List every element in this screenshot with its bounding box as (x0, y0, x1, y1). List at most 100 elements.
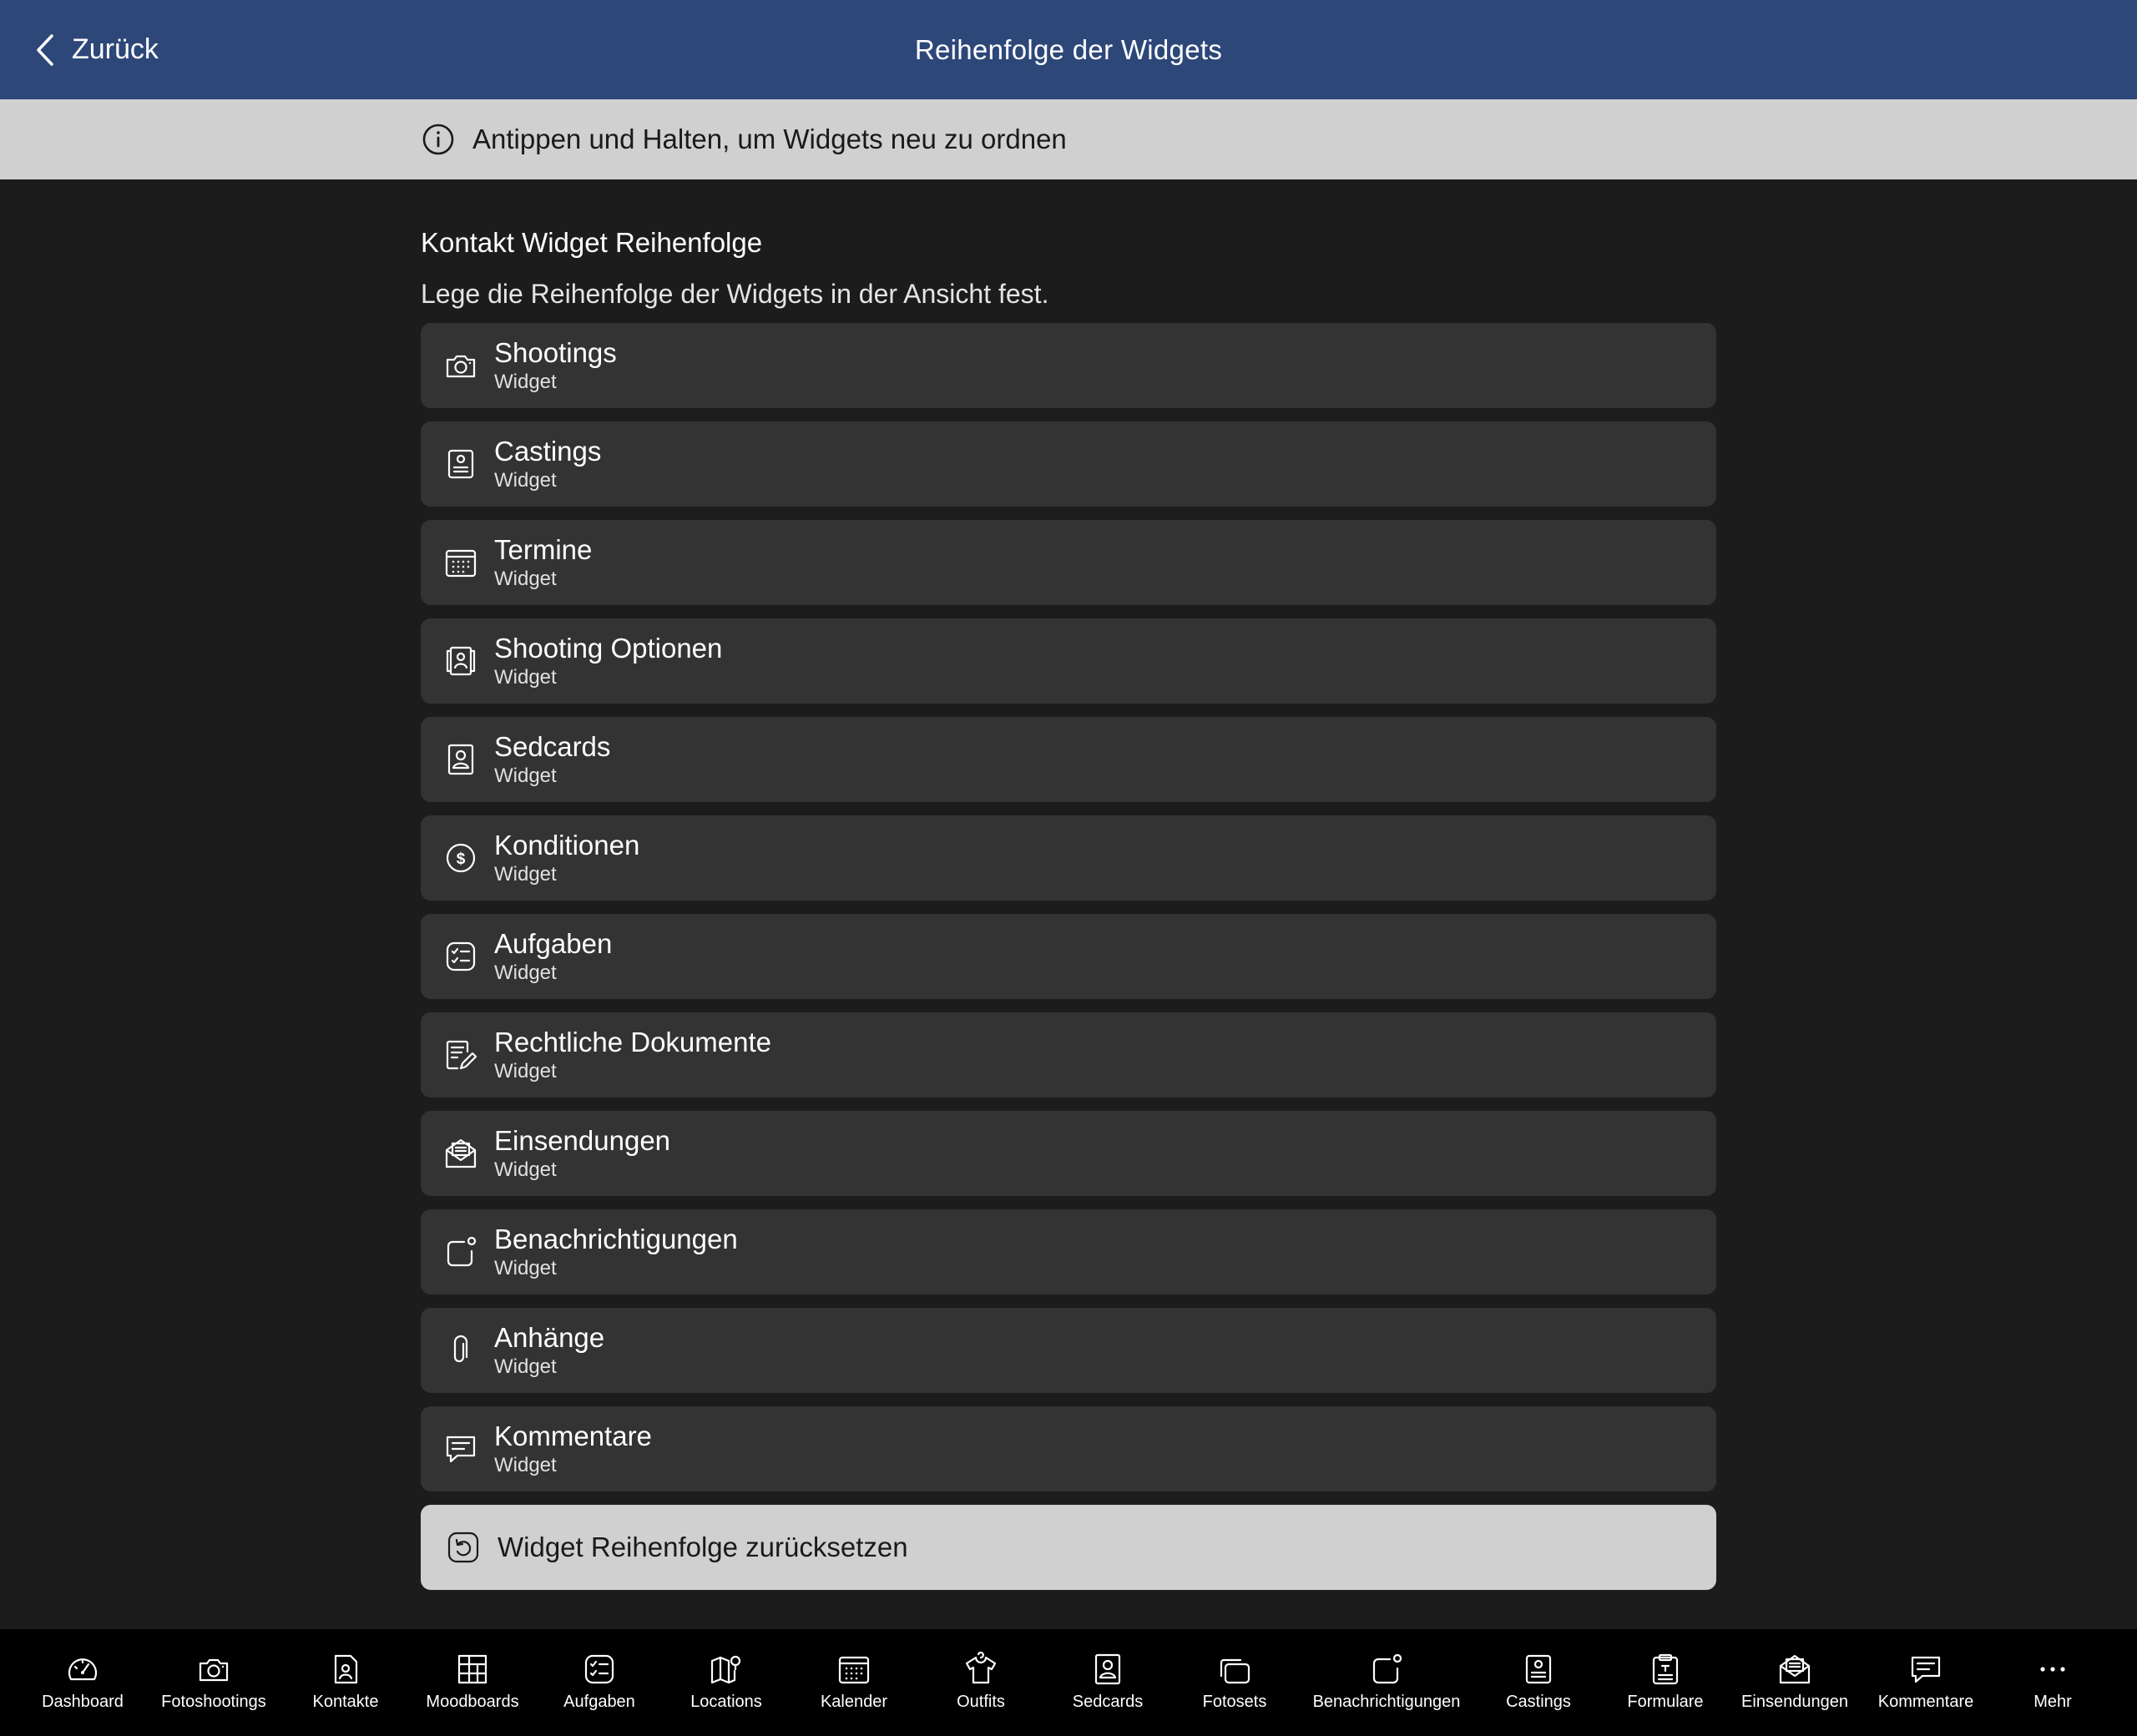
chevron-left-icon (37, 33, 53, 66)
widget-subtitle: Widget (494, 961, 557, 984)
widget-subtitle: Widget (494, 371, 557, 393)
paperclip-icon (453, 1335, 468, 1363)
tab-label: Kontakte (312, 1693, 379, 1711)
bottom-tab-bar: Dashboard Fotoshootings Kontakte Moodboa… (0, 1629, 2137, 1736)
tab-label: Locations (690, 1693, 762, 1711)
widget-title: Castings (494, 436, 602, 467)
widget-title: Einsendungen (494, 1125, 671, 1156)
tab-mehr[interactable]: Mehr (1978, 1629, 2128, 1712)
calendar-icon (445, 549, 477, 578)
back-button[interactable]: Zurück (32, 0, 159, 99)
tab-fotoshootings[interactable]: Fotoshootings (139, 1629, 289, 1712)
tab-benachrichtigungen[interactable]: Benachrichtigungen (1311, 1629, 1462, 1712)
reset-widget-order-button[interactable]: Widget Reihenfolge zurücksetzen (421, 1505, 1716, 1590)
mail-open-icon (1779, 1654, 1811, 1684)
main-content: Kontakt Widget Reihenfolge Lege die Reih… (421, 179, 1716, 1590)
page-title: Reihenfolge der Widgets (914, 33, 1223, 65)
reset-label: Widget Reihenfolge zurücksetzen (498, 1532, 908, 1562)
widget-title: Rechtliche Dokumente (494, 1027, 771, 1057)
widget-list: Shootings Widget Castings Widget Termine Wi… (421, 323, 1716, 1491)
widget-title: Konditionen (494, 830, 640, 860)
widget-row-rechtliche-dokumente[interactable]: Rechtliche Dokumente Widget (421, 1012, 1716, 1098)
tab-label: Fotosets (1202, 1693, 1267, 1711)
info-text: Antippen und Halten, um Widgets neu zu o… (472, 124, 1067, 154)
info-icon (422, 124, 454, 155)
widget-title: Benachrichtigungen (494, 1224, 738, 1254)
widget-subtitle: Widget (494, 1355, 557, 1378)
tab-label: Outfits (957, 1693, 1005, 1711)
widget-row-anhaenge[interactable]: Anhänge Widget (421, 1308, 1716, 1393)
widget-row-einsendungen[interactable]: Einsendungen Widget (421, 1111, 1716, 1196)
tab-label: Einsendungen (1741, 1693, 1848, 1711)
info-banner: Antippen und Halten, um Widgets neu zu o… (0, 99, 2137, 179)
camera-icon (199, 1658, 229, 1682)
tab-label: Moodboards (426, 1693, 519, 1711)
notification-icon (447, 1236, 477, 1267)
widget-title: Kommentare (494, 1421, 652, 1451)
more-icon (2040, 1667, 2065, 1672)
widget-title: Shooting Optionen (494, 633, 723, 664)
camera-icon (446, 355, 476, 378)
comment-icon (1911, 1656, 1941, 1683)
shirt-icon (965, 1651, 997, 1684)
widget-subtitle: Widget (494, 469, 557, 492)
tab-label: Kommentare (1877, 1693, 1974, 1711)
sedcard-icon (1094, 1653, 1121, 1685)
widget-row-aufgaben[interactable]: Aufgaben Widget (421, 914, 1716, 999)
tasks-icon (584, 1654, 614, 1684)
clipboard-icon (1652, 1653, 1679, 1685)
widget-subtitle: Widget (494, 666, 557, 689)
widget-subtitle: Widget (494, 765, 557, 787)
widget-subtitle: Widget (494, 863, 557, 886)
photosets-icon (1220, 1658, 1250, 1684)
map-icon (710, 1655, 741, 1684)
widget-row-konditionen[interactable]: $ Konditionen Widget (421, 815, 1716, 901)
tab-label: Fotoshootings (161, 1693, 266, 1711)
tab-label: Benachrichtigungen (1312, 1693, 1461, 1711)
top-navigation-bar: Zurück Reihenfolge der Widgets (0, 0, 2137, 99)
tab-label: Sedcards (1072, 1693, 1144, 1711)
tasks-icon (446, 941, 476, 971)
widget-title: Aufgaben (494, 928, 613, 959)
widget-subtitle: Widget (494, 1454, 557, 1476)
shooting-options-icon (446, 646, 476, 676)
tab-dashboard[interactable]: Dashboard (8, 1629, 158, 1712)
widget-title: Sedcards (494, 731, 611, 762)
document-edit-icon (446, 1040, 477, 1070)
tab-label: Formulare (1627, 1693, 1704, 1711)
widget-row-sedcards[interactable]: Sedcards Widget (421, 717, 1716, 802)
widget-row-kommentare[interactable]: Kommentare Widget (421, 1406, 1716, 1491)
widget-subtitle: Widget (494, 1060, 557, 1082)
section-description: Lege die Reihenfolge der Widgets in der … (421, 279, 1049, 309)
widget-subtitle: Widget (494, 568, 557, 590)
widget-row-termine[interactable]: Termine Widget (421, 520, 1716, 605)
widget-subtitle: Widget (494, 1158, 557, 1181)
dashboard-icon (68, 1658, 98, 1681)
widget-title: Termine (494, 534, 593, 565)
back-label: Zurück (72, 33, 159, 65)
svg-text:$: $ (457, 850, 466, 868)
casting-icon (1525, 1654, 1552, 1684)
tab-label: Kalender (820, 1693, 888, 1711)
tab-einsendungen[interactable]: Einsendungen (1720, 1629, 1870, 1712)
tab-label: Aufgaben (563, 1693, 635, 1711)
mail-open-icon (445, 1138, 477, 1168)
tab-fotosets[interactable]: Fotosets (1159, 1629, 1310, 1712)
widget-title: Anhänge (494, 1322, 605, 1353)
tab-formulare[interactable]: Formulare (1590, 1629, 1740, 1712)
section-title: Kontakt Widget Reihenfolge (421, 227, 763, 258)
widget-row-shooting-optionen[interactable]: Shooting Optionen Widget (421, 618, 1716, 704)
widget-title: Shootings (494, 337, 617, 368)
widget-row-castings[interactable]: Castings Widget (421, 421, 1716, 507)
dollar-icon: $ (446, 843, 476, 873)
notification-icon (1372, 1653, 1402, 1684)
casting-icon (447, 449, 474, 479)
tab-label: Dashboard (42, 1693, 124, 1711)
widget-row-shootings[interactable]: Shootings Widget (421, 323, 1716, 408)
calendar-icon (838, 1656, 870, 1684)
widget-row-benachrichtigungen[interactable]: Benachrichtigungen Widget (421, 1209, 1716, 1294)
comment-icon (446, 1436, 476, 1463)
contacts-icon (334, 1654, 358, 1684)
widget-subtitle: Widget (494, 1257, 557, 1279)
tab-label: Castings (1506, 1693, 1571, 1711)
